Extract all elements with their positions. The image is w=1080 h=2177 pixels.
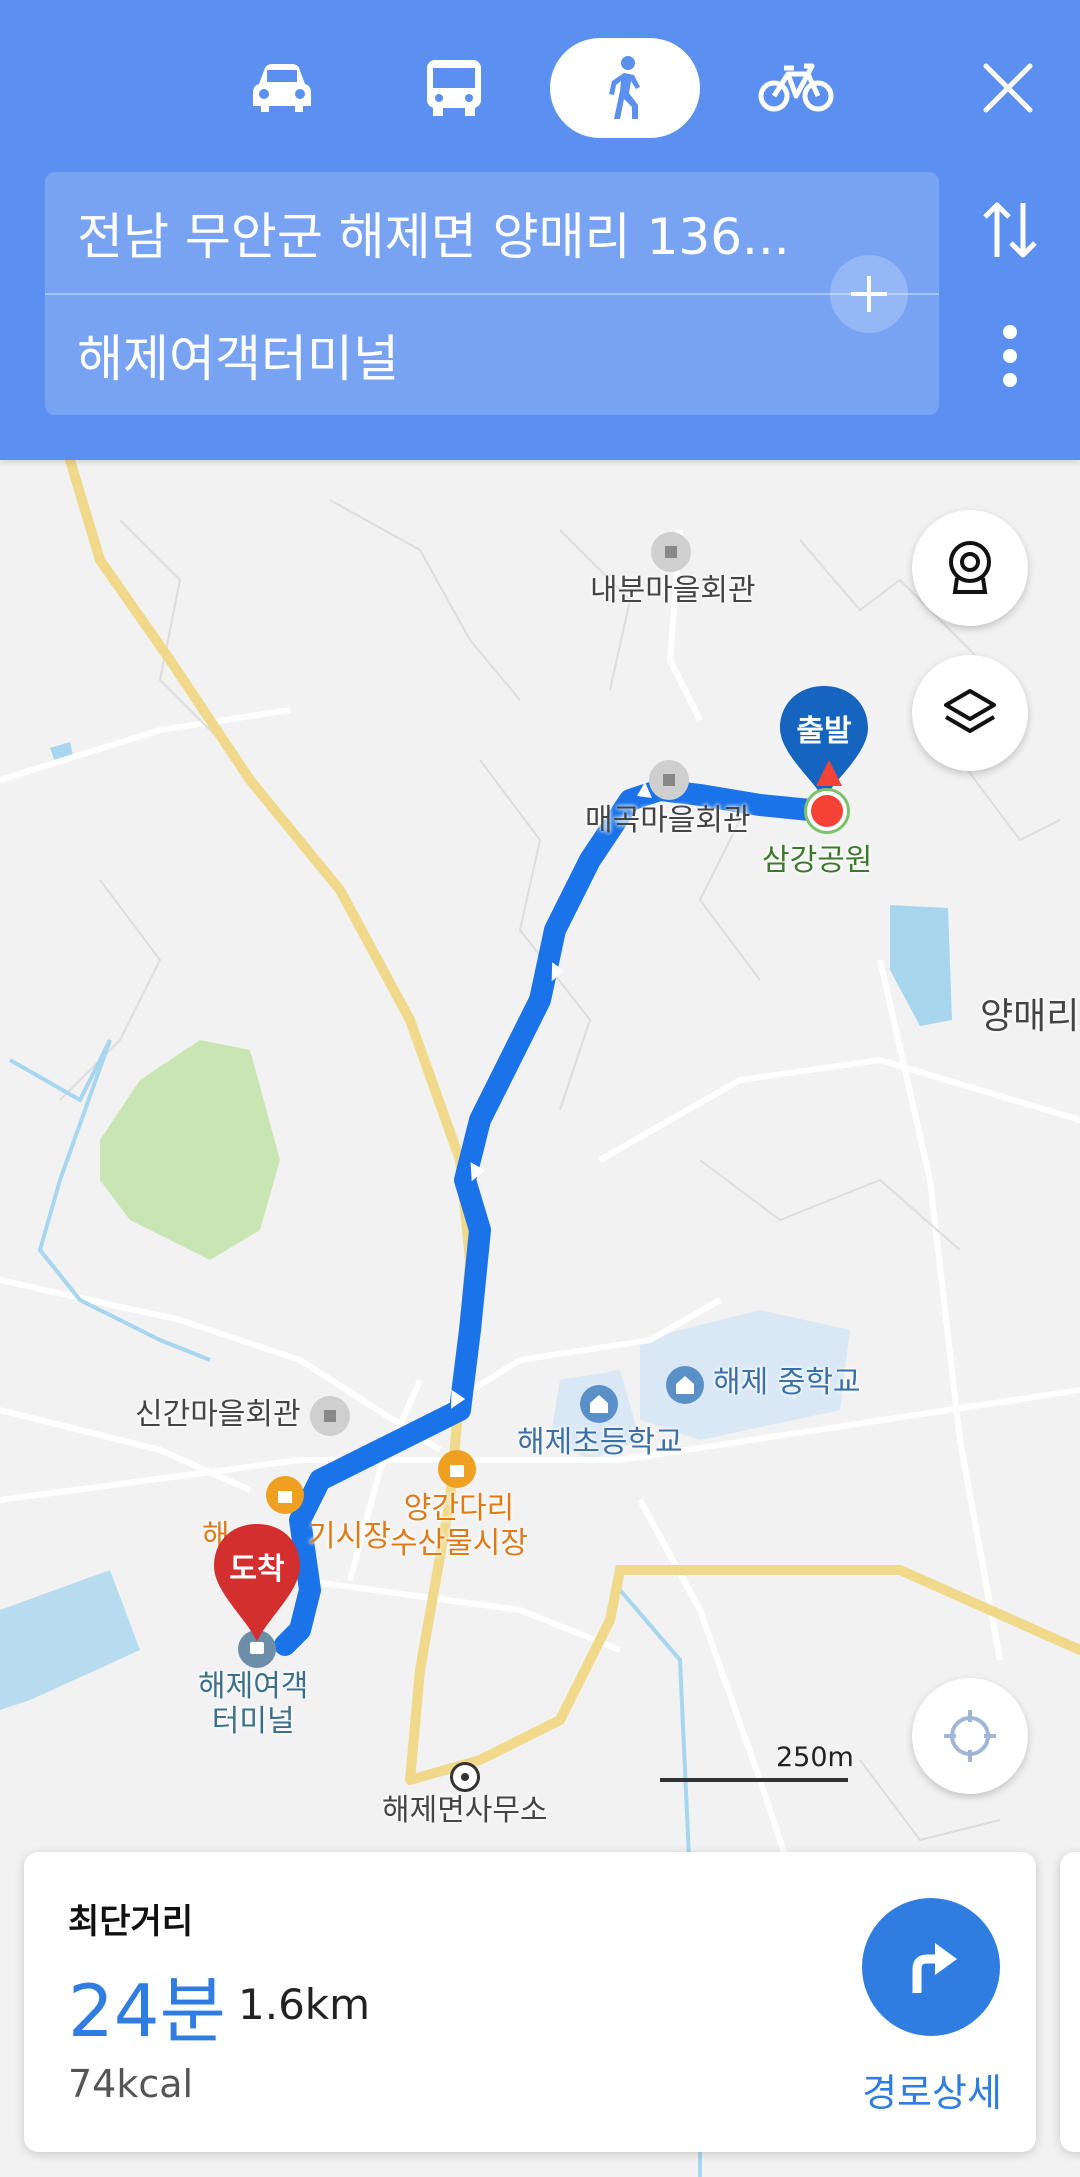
- market-icon[interactable]: [266, 1476, 304, 1514]
- label-terminal-line1: 해제여객: [198, 1669, 309, 1704]
- route-input-box: 전남 무안군 해제면 양매리 136... 해제여객터미널: [45, 172, 939, 415]
- label-terminal-line2: 터미널: [211, 1703, 295, 1739]
- route-type-title: 최단거리: [68, 1902, 194, 1942]
- label-yanggan-market[interactable]: 양간다리 수산물시장: [390, 1491, 528, 1561]
- scale-bar: [660, 1778, 848, 1782]
- add-waypoint-button[interactable]: [830, 255, 908, 333]
- school-icon[interactable]: [666, 1366, 704, 1404]
- park-area: [100, 1040, 280, 1260]
- layers-button[interactable]: [912, 655, 1028, 771]
- walk-mode-button[interactable]: [550, 38, 700, 138]
- village-hall-icon[interactable]: [651, 532, 691, 572]
- school-icon[interactable]: [580, 1385, 618, 1423]
- water-area-west: [0, 1570, 140, 1710]
- bus-mode-button[interactable]: [404, 38, 504, 138]
- more-vertical-icon: [1003, 325, 1017, 387]
- plus-icon: [851, 276, 887, 312]
- bike-mode-button[interactable]: [746, 38, 846, 138]
- street-view-button[interactable]: [912, 510, 1028, 626]
- route-details-label[interactable]: 경로상세: [832, 2062, 1032, 2117]
- scale-label: 250m: [776, 1742, 854, 1773]
- end-pin-label: 도착: [229, 1552, 285, 1587]
- route-summary-card[interactable]: 최단거리 24분 1.6km 74kcal 경로상세: [24, 1852, 1036, 2152]
- label-samgang[interactable]: 삼강공원: [762, 843, 872, 879]
- pond-area: [890, 905, 952, 1026]
- village-hall-icon[interactable]: [649, 760, 689, 800]
- origin-field[interactable]: 전남 무안군 해제면 양매리 136...: [45, 172, 939, 293]
- travel-distance: 1.6km: [238, 1980, 371, 2029]
- close-button[interactable]: [958, 38, 1058, 138]
- route-header: 전남 무안군 해제면 양매리 136... 해제여객터미널: [0, 0, 1080, 460]
- label-yanggan-line1: 양간다리: [403, 1491, 515, 1526]
- close-icon: [983, 63, 1033, 113]
- calories: 74kcal: [68, 2062, 194, 2106]
- bike-icon: [758, 63, 834, 112]
- label-haeje-elem[interactable]: 해제초등학교: [517, 1425, 683, 1461]
- bus-icon: [427, 60, 481, 116]
- car-icon: [253, 64, 311, 112]
- travel-time: 24분: [68, 1969, 226, 2053]
- start-pin-label: 출발: [796, 714, 852, 749]
- swap-arrows-icon: [983, 202, 1037, 258]
- more-options-button[interactable]: [968, 310, 1052, 402]
- my-location-button[interactable]: [912, 1678, 1028, 1794]
- swap-route-button[interactable]: [968, 188, 1052, 272]
- label-yanggan-line2: 수산물시장: [390, 1525, 528, 1561]
- crosshair-icon: [944, 1710, 996, 1762]
- market-icon[interactable]: [438, 1450, 476, 1488]
- label-naebun[interactable]: 내분마을회관: [590, 573, 756, 609]
- current-location-dot: [804, 788, 850, 834]
- label-yangmae[interactable]: 양매리: [980, 996, 1079, 1037]
- turn-right-arrow-icon: [912, 1943, 957, 1993]
- car-mode-button[interactable]: [232, 38, 332, 138]
- next-route-card-peek[interactable]: [1060, 1852, 1080, 2152]
- route-details-button[interactable]: [862, 1898, 1000, 2036]
- street-view-icon: [949, 541, 991, 594]
- heading-arrow-icon: [816, 760, 842, 786]
- destination-field[interactable]: 해제여객터미널: [45, 294, 939, 415]
- label-maegok[interactable]: 매곡마을회관: [585, 803, 751, 839]
- label-terminal[interactable]: 해제여객 터미널: [198, 1669, 309, 1739]
- office-icon[interactable]: [450, 1762, 480, 1792]
- label-office[interactable]: 해제면사무소: [382, 1793, 548, 1829]
- label-market-partial2[interactable]: 기시장: [308, 1519, 391, 1555]
- label-haeje-middle[interactable]: 해제 중학교: [713, 1365, 861, 1401]
- label-singan[interactable]: 신간마을회관: [135, 1397, 301, 1433]
- village-hall-icon[interactable]: [310, 1396, 350, 1436]
- layers-icon: [944, 689, 996, 733]
- end-pin[interactable]: 도착: [210, 1520, 304, 1644]
- walk-icon: [609, 56, 640, 119]
- walking-route: [274, 779, 821, 1656]
